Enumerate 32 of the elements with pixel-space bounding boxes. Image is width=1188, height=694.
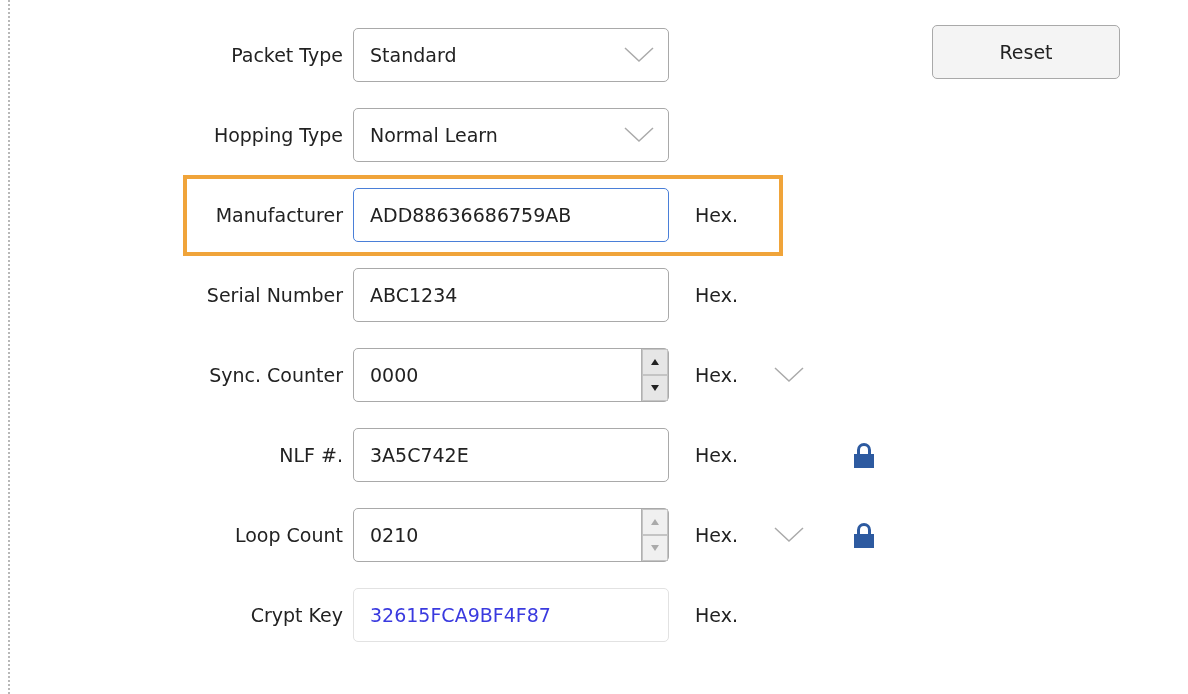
- spin-down-button[interactable]: [642, 375, 668, 401]
- field-label: NLF #.: [278, 444, 343, 466]
- field-label: Serial Number: [205, 284, 343, 306]
- chevron-down-icon[interactable]: [624, 127, 654, 143]
- field-label: Manufacturer: [214, 204, 343, 226]
- field-label: Loop Count: [233, 524, 343, 546]
- input-field[interactable]: 3A5C742E: [353, 428, 669, 482]
- down-arrow-icon: [651, 545, 659, 551]
- reset-button[interactable]: Reset: [932, 25, 1120, 79]
- dropdown[interactable]: Normal Learn: [353, 108, 669, 162]
- down-arrow-icon: [651, 385, 659, 391]
- field-label: Hopping Type: [212, 124, 343, 146]
- unit-label: Hex.: [695, 524, 739, 546]
- input-field[interactable]: ABC1234: [353, 268, 669, 322]
- spin-up-button[interactable]: [642, 349, 668, 375]
- chevron-down-icon[interactable]: [774, 527, 804, 543]
- chevron-down-icon[interactable]: [774, 367, 804, 383]
- input-field[interactable]: ADD88636686759AB: [353, 188, 669, 242]
- up-arrow-icon: [651, 359, 659, 365]
- dropdown[interactable]: Standard: [353, 28, 669, 82]
- chevron-down-icon[interactable]: [624, 47, 654, 63]
- input-field[interactable]: 32615FCA9BF4F87: [353, 588, 669, 642]
- field-label: Packet Type: [230, 44, 343, 66]
- field-label: Sync. Counter: [208, 364, 343, 386]
- spinner-field[interactable]: 0000: [353, 348, 669, 402]
- field-label: Crypt Key: [249, 604, 343, 626]
- unit-label: Hex.: [695, 204, 739, 226]
- unit-label: Hex.: [695, 364, 739, 386]
- up-arrow-icon: [651, 519, 659, 525]
- unit-label: Hex.: [695, 604, 739, 626]
- unit-label: Hex.: [695, 284, 739, 306]
- unit-label: Hex.: [695, 444, 739, 466]
